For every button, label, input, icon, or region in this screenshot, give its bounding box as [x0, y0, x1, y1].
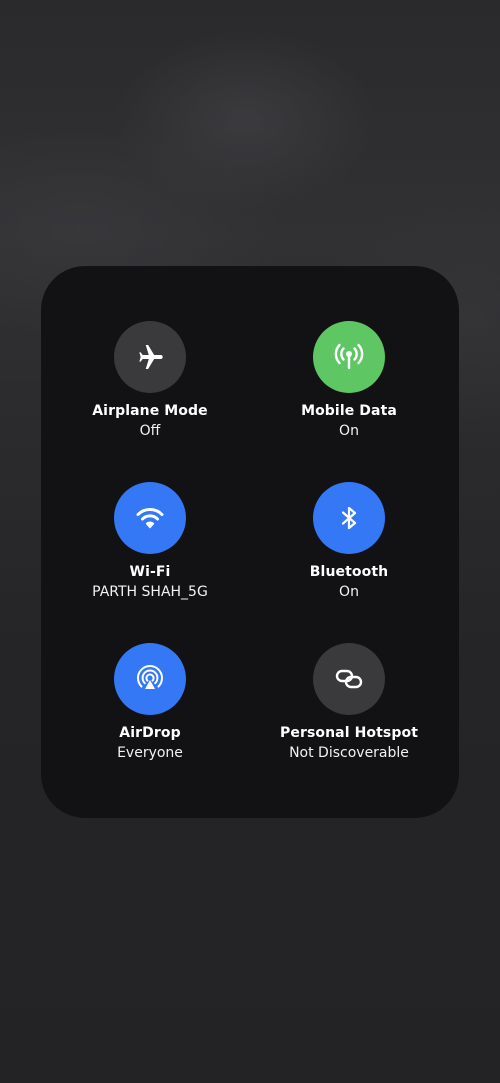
airdrop-label: AirDrop: [119, 725, 181, 741]
bluetooth-icon: [333, 502, 365, 534]
wifi-icon: [133, 501, 167, 535]
airplane-mode-toggle[interactable]: [114, 321, 186, 393]
bluetooth-label: Bluetooth: [309, 564, 389, 580]
antenna-icon: [331, 339, 367, 375]
wifi-network-name: PARTH SHAH_5G: [92, 584, 208, 600]
airplane-mode-label: Airplane Mode: [92, 403, 208, 419]
wifi-label: Wi-Fi: [129, 564, 171, 580]
airdrop-tile: AirDrop Everyone: [50, 643, 250, 773]
mobile-data-tile: Mobile Data On: [249, 321, 449, 451]
airdrop-status: Everyone: [117, 745, 183, 761]
mobile-data-label: Mobile Data: [301, 403, 397, 419]
personal-hotspot-label: Personal Hotspot: [280, 725, 418, 741]
personal-hotspot-tile: Personal Hotspot Not Discoverable: [249, 643, 449, 773]
personal-hotspot-status: Not Discoverable: [289, 745, 409, 761]
wifi-tile: Wi-Fi PARTH SHAH_5G: [50, 482, 250, 612]
airplane-icon: [134, 341, 166, 373]
airdrop-toggle[interactable]: [114, 643, 186, 715]
link-icon: [332, 662, 366, 696]
airplane-mode-tile: Airplane Mode Off: [50, 321, 250, 451]
airplane-mode-status: Off: [139, 423, 161, 439]
airdrop-icon: [132, 661, 168, 697]
bluetooth-status: On: [339, 584, 359, 600]
connectivity-panel: Airplane Mode Off Mobile Data On Wi-Fi P…: [41, 266, 459, 818]
wifi-toggle[interactable]: [114, 482, 186, 554]
bluetooth-tile: Bluetooth On: [249, 482, 449, 612]
bluetooth-toggle[interactable]: [313, 482, 385, 554]
personal-hotspot-toggle[interactable]: [313, 643, 385, 715]
mobile-data-status: On: [339, 423, 359, 439]
mobile-data-toggle[interactable]: [313, 321, 385, 393]
